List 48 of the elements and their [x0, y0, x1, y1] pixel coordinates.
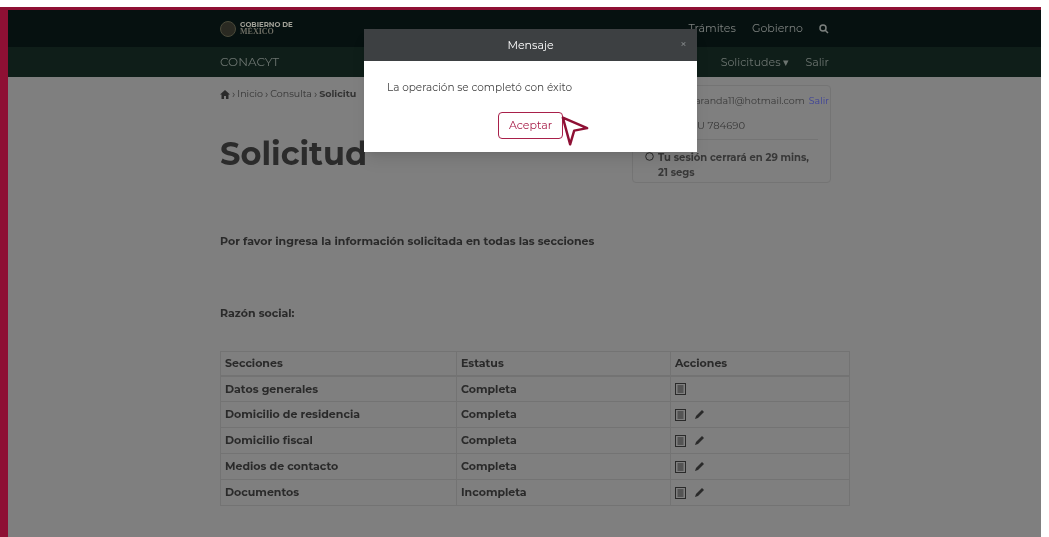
breadcrumb-link[interactable]: Consulta	[270, 86, 312, 102]
table-cell: Completa	[456, 401, 671, 428]
seal-icon	[220, 20, 236, 37]
breadcrumb-link[interactable]: Inicio	[237, 86, 263, 102]
home-icon[interactable]	[220, 89, 230, 99]
modal-message: La operación se completó con éxito	[387, 80, 574, 96]
column-header: Acciones	[670, 351, 850, 376]
page-title: Solicitud	[220, 133, 368, 175]
nav-link[interactable]: Gobierno	[751, 20, 803, 37]
table-cell: Documentos	[220, 479, 457, 506]
table-cell: Completa	[456, 427, 671, 454]
pencil-icon[interactable]	[694, 435, 705, 446]
brand-text: CONACYT	[220, 53, 280, 71]
logo-text: MÉXICO	[240, 28, 274, 36]
breadcrumb-separator: ›	[313, 85, 318, 103]
document-icon[interactable]	[675, 460, 686, 473]
session-timer: Tu sesión cerrará en 29 mins, 21 segs	[658, 150, 810, 181]
pencil-icon[interactable]	[694, 409, 705, 420]
breadcrumb-link[interactable]: Solicitu	[319, 86, 357, 102]
solicitudes-menu[interactable]: Solicitudes ▾	[720, 53, 790, 71]
pencil-icon[interactable]	[694, 487, 705, 498]
column-header: Secciones	[220, 351, 457, 376]
instructions-text: Por favor ingresa la información solicitada en todas las secciones	[220, 233, 596, 250]
table-cell: Incompleta	[456, 479, 671, 506]
close-button[interactable]: ×	[680, 35, 687, 53]
document-icon[interactable]	[675, 408, 686, 421]
email-text: aranda11@hotmail.com	[695, 94, 805, 108]
table-cell: Completa	[456, 453, 671, 480]
table-cell: Datos generales	[220, 375, 457, 402]
document-icon[interactable]	[675, 382, 686, 395]
breadcrumb-separator: ›	[264, 85, 269, 103]
document-icon[interactable]	[675, 486, 686, 499]
table-cell: Medios de contacto	[220, 453, 457, 480]
document-icon[interactable]	[675, 434, 686, 447]
razon-social-label: Razón social:	[220, 304, 296, 321]
column-header: Estatus	[456, 351, 671, 376]
session-logout-link[interactable]: Salir	[808, 94, 830, 109]
pencil-icon[interactable]	[694, 461, 705, 472]
search-icon[interactable]	[819, 23, 829, 34]
table-cell: Domicilio fiscal	[220, 427, 457, 454]
modal-title: Mensaje	[507, 36, 554, 54]
cursor-icon	[561, 116, 589, 146]
breadcrumb-separator: ›	[232, 85, 236, 103]
accept-button[interactable]: Aceptar	[497, 111, 564, 139]
table-cell: Completa	[456, 375, 671, 402]
logout-link[interactable]: Salir	[805, 53, 829, 71]
table-cell: Domicilio de residencia	[220, 401, 457, 428]
clock-icon	[645, 152, 654, 162]
